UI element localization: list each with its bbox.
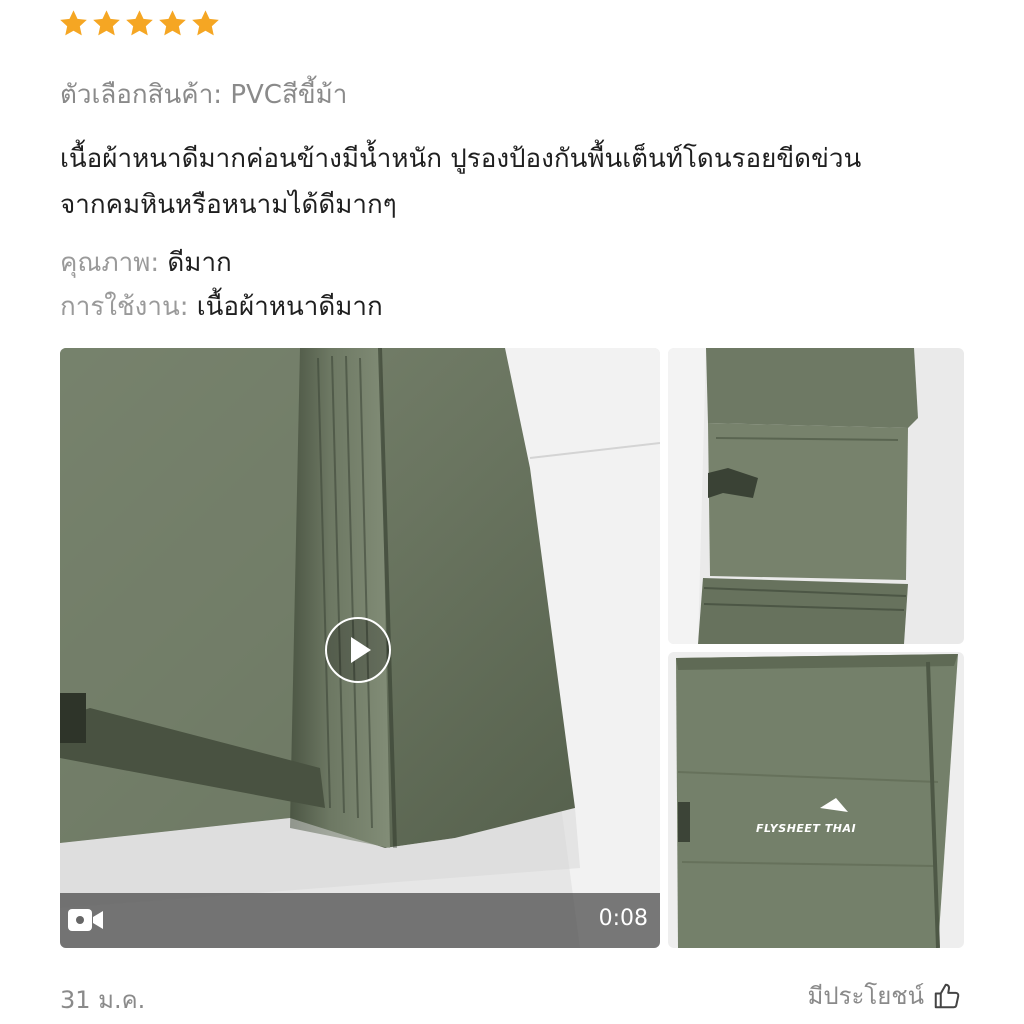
review-date: 31 ม.ค.: [60, 986, 146, 1014]
star-icon: [126, 10, 153, 36]
play-button[interactable]: [325, 617, 391, 683]
variant-value: PVCสีขี้ม้า: [230, 80, 348, 110]
review-text-line: เนื้อผ้าหนาดีมากค่อนข้างมีน้ำหนัก ปูรองป…: [60, 144, 862, 174]
usage-attribute: การใช้งาน: เนื้อผ้าหนาดีมาก: [60, 286, 383, 327]
review-text-line: จากคมหินหรือหนามได้ดีมากๆ: [60, 190, 397, 220]
star-icon: [159, 10, 186, 36]
star-icon: [93, 10, 120, 36]
usage-label: การใช้งาน:: [60, 292, 189, 322]
photo-image: [668, 348, 964, 644]
review-photo-thumbnail[interactable]: [668, 348, 964, 644]
quality-value: ดีมาก: [167, 248, 232, 278]
photo-image: [668, 652, 964, 948]
review-photo-thumbnail[interactable]: FLYSHEET THAI: [668, 652, 964, 948]
star-icon: [60, 10, 87, 36]
quality-attribute: คุณภาพ: ดีมาก: [60, 242, 232, 283]
variant-label: ตัวเลือกสินค้า:: [60, 80, 223, 110]
quality-label: คุณภาพ:: [60, 248, 160, 278]
helpful-button[interactable]: มีประโยชน์: [808, 976, 962, 1015]
video-info-bar: 0:08: [60, 893, 660, 948]
video-duration: 0:08: [598, 906, 648, 931]
usage-value: เนื้อผ้าหนาดีมาก: [196, 292, 383, 322]
video-camera-icon: [68, 909, 103, 931]
review-text: เนื้อผ้าหนาดีมากค่อนข้างมีน้ำหนัก ปูรองป…: [60, 136, 960, 228]
helpful-label: มีประโยชน์: [807, 982, 924, 1010]
brand-logo-text: FLYSHEET THAI: [756, 822, 857, 835]
thumbs-up-icon: [934, 983, 960, 1008]
star-icon: [192, 10, 219, 36]
star-rating: [58, 8, 221, 39]
product-variant: ตัวเลือกสินค้า: PVCสีขี้ม้า: [60, 74, 347, 115]
play-icon: [351, 637, 371, 663]
